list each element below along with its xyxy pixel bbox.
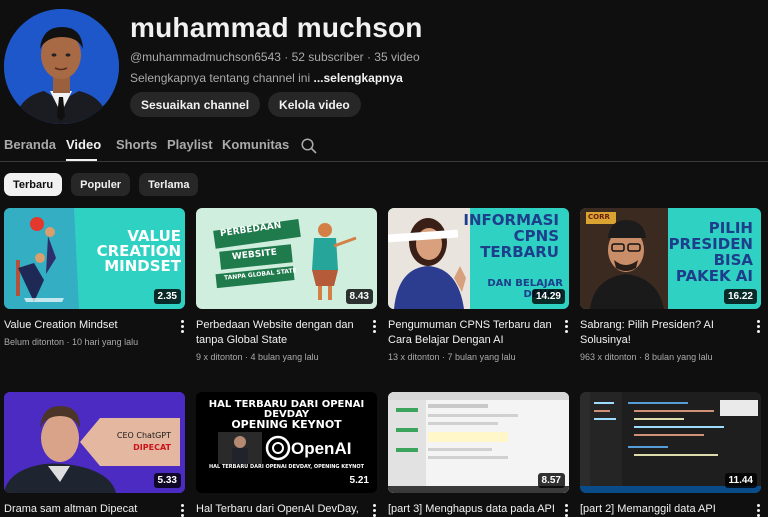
tab-beranda[interactable]: Beranda — [4, 137, 56, 152]
video-title[interactable]: Drama sam altman Dipecat — [4, 502, 172, 517]
more-vert-icon[interactable] — [177, 320, 187, 334]
video-duration: 11.44 — [724, 473, 757, 488]
thumb-line: OPENING KEYNOT — [231, 418, 342, 431]
tab-komunitas[interactable]: Komunitas — [222, 137, 289, 152]
channel-meta: @muhammadmuchson6543 · 52 subscriber · 3… — [130, 50, 420, 64]
channel-header: muhammad muchson @muhammadmuchson6543 · … — [0, 0, 768, 130]
video-duration: 2.35 — [153, 289, 181, 304]
active-tab-indicator — [66, 159, 97, 161]
video-duration: 8.43 — [345, 289, 373, 304]
video-title[interactable]: Value Creation Mindset — [4, 318, 172, 333]
about-text: Selengkapnya tentang channel ini — [130, 71, 314, 85]
video-meta: 963 x ditonton · 8 bulan yang lalu — [580, 352, 713, 362]
more-vert-icon[interactable] — [753, 504, 763, 517]
channel-about[interactable]: Selengkapnya tentang channel ini ...sele… — [130, 71, 403, 85]
chip-populer[interactable]: Populer — [71, 173, 131, 196]
tab-shorts[interactable]: Shorts — [116, 137, 157, 152]
video-thumbnail[interactable]: VALUE CREATION MINDSET 2.35 — [4, 208, 185, 309]
thumb-line: DAN BELAJAR — [487, 278, 563, 289]
channel-tabs: Beranda Video Shorts Playlist Komunitas — [0, 130, 768, 162]
customize-channel-button[interactable]: Sesuaikan channel — [130, 92, 261, 117]
about-more-link[interactable]: ...selengkapnya — [313, 71, 402, 85]
video-title[interactable]: Perbedaan Website dengan dan tanpa Globa… — [196, 318, 364, 348]
video-meta: 13 x ditonton · 7 bulan yang lalu — [388, 352, 516, 362]
thumb-line: TERBARU — [480, 243, 559, 261]
video-title[interactable]: Hal Terbaru dari OpenAI DevDay, — [196, 502, 364, 517]
thumb-line: CORR — [588, 213, 610, 221]
video-thumbnail[interactable]: INFORMASI CPNS TERBARU DAN BELAJAR DENGA… — [388, 208, 569, 309]
thumb-line: HAL TERBARU DARI OPENAI DEVDAY — [208, 399, 365, 420]
thumb-line: HAL TERBARU DARI OPENAI DEVDAY, OPENING … — [208, 464, 365, 470]
avatar[interactable] — [4, 9, 119, 124]
video-thumbnail[interactable]: CEO ChatGPT DIPECAT 5.33 — [4, 392, 185, 493]
video-duration: 8.57 — [537, 473, 565, 488]
video-meta: Belum ditonton · 10 hari yang lalu — [4, 337, 139, 347]
thumb-line: CPNS — [513, 227, 559, 245]
video-duration: 5.33 — [153, 473, 181, 488]
thumb-line: DIPECAT — [133, 443, 171, 452]
video-thumbnail[interactable]: 11.44 — [580, 392, 761, 493]
video-thumbnail[interactable]: PERBEDAAN WEBSITE TANPA GLOBAL STATE 8.4… — [196, 208, 377, 309]
more-vert-icon[interactable] — [561, 504, 571, 517]
video-duration: 5.21 — [345, 473, 373, 488]
thumb-line: CEO ChatGPT — [116, 431, 171, 440]
more-vert-icon[interactable] — [561, 320, 571, 334]
thumb-line: BISA — [713, 251, 753, 269]
thumb-line: PRESIDEN — [668, 235, 753, 253]
more-vert-icon[interactable] — [369, 504, 379, 517]
more-vert-icon[interactable] — [177, 504, 187, 517]
tab-video[interactable]: Video — [66, 137, 101, 152]
thumb-line: INFORMASI — [463, 211, 559, 229]
search-icon[interactable] — [300, 137, 318, 155]
chip-terlama[interactable]: Terlama — [139, 173, 199, 196]
channel-actions: Sesuaikan channel Kelola video — [130, 92, 361, 117]
thumb-line: MINDSET — [104, 257, 181, 275]
manage-videos-button[interactable]: Kelola video — [268, 92, 361, 117]
video-thumbnail[interactable]: 8.57 — [388, 392, 569, 493]
video-duration: 16.22 — [723, 289, 757, 304]
sort-chips: Terbaru Populer Terlama — [4, 173, 199, 196]
thumb-line: PAKEK AI — [675, 267, 753, 285]
video-thumbnail[interactable]: HAL TERBARU DARI OPENAI DEVDAY OPENING K… — [196, 392, 377, 493]
video-title[interactable]: [part 2] Memanggil data API dengan — [580, 502, 748, 517]
channel-name: muhammad muchson — [130, 12, 423, 43]
video-title[interactable]: [part 3] Menghapus data pada API — [388, 502, 556, 517]
video-title[interactable]: Sabrang: Pilih Presiden? AI Solusinya! — [580, 318, 748, 348]
more-vert-icon[interactable] — [369, 320, 379, 334]
video-title[interactable]: Pengumuman CPNS Terbaru dan Cara Belajar… — [388, 318, 556, 348]
tab-playlist[interactable]: Playlist — [167, 137, 213, 152]
thumb-line: OpenAI — [291, 439, 352, 458]
video-thumbnail[interactable]: CORR PILIH PRESIDEN BISA PAKEK AI 16.22 — [580, 208, 761, 309]
video-meta: 9 x ditonton · 4 bulan yang lalu — [196, 352, 319, 362]
video-duration: 14.29 — [531, 289, 565, 304]
chip-terbaru[interactable]: Terbaru — [4, 173, 63, 196]
thumb-line: PILIH — [708, 219, 753, 237]
more-vert-icon[interactable] — [753, 320, 763, 334]
